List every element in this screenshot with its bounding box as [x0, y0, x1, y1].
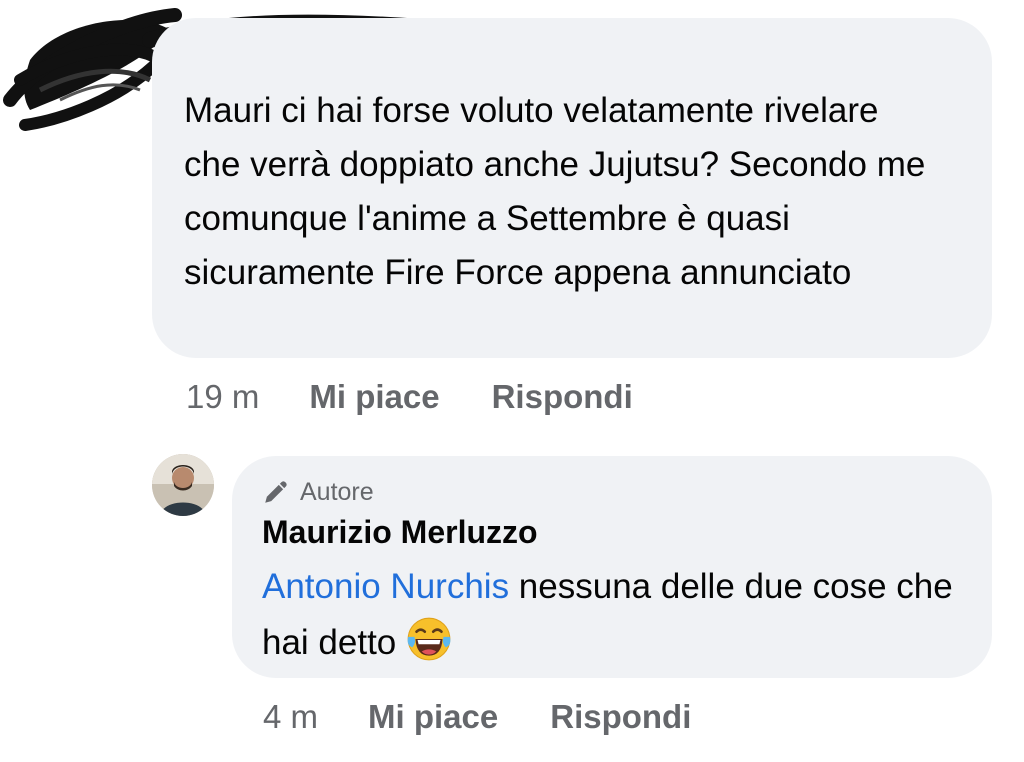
comment-actions: 19 m Mi piace Rispondi [186, 378, 633, 416]
reply-author-name[interactable]: Maurizio Merluzzo [262, 514, 538, 551]
author-avatar-photo [152, 454, 214, 516]
reply-actions: 4 m Mi piace Rispondi [263, 698, 691, 736]
reply-reply-button[interactable]: Rispondi [550, 698, 691, 736]
comment-thread: Mauri ci hai forse voluto velatamente ri… [0, 0, 1024, 762]
like-button[interactable]: Mi piace [309, 378, 439, 416]
mention-link[interactable]: Antonio Nurchis [262, 567, 509, 606]
author-badge-label: Autore [300, 478, 374, 506]
comment-timestamp[interactable]: 19 m [186, 378, 259, 416]
author-badge: Autore [262, 478, 374, 507]
reply-button[interactable]: Rispondi [492, 378, 633, 416]
comment-text: Mauri ci hai forse voluto velatamente ri… [184, 91, 926, 292]
reply-like-button[interactable]: Mi piace [368, 698, 498, 736]
laughing-tears-emoji-icon [407, 617, 451, 661]
avatar[interactable] [152, 454, 214, 516]
reply-timestamp[interactable]: 4 m [263, 698, 318, 736]
pencil-icon [265, 480, 287, 503]
reply-text: Antonio Nurchis nessuna delle due cose c… [262, 560, 962, 670]
